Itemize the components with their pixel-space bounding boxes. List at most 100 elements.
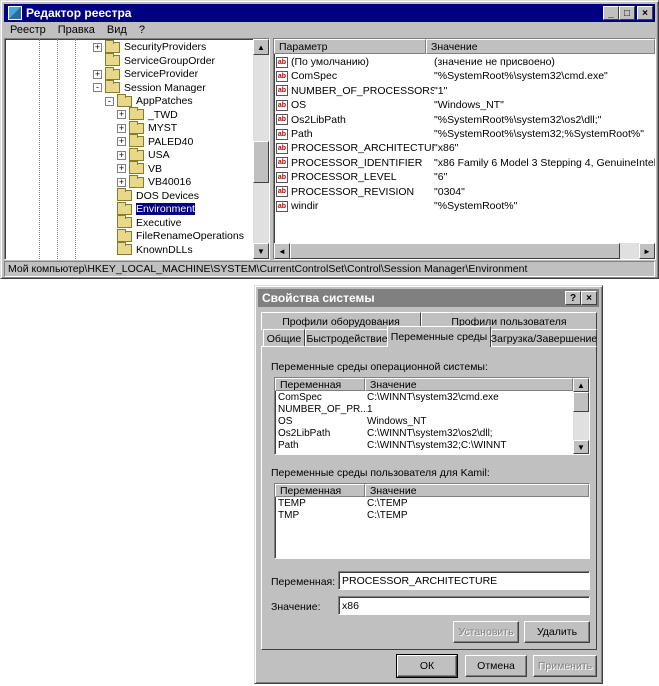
scroll-right-icon[interactable]: ►: [639, 243, 655, 259]
folder-icon: [129, 161, 144, 174]
expand-icon[interactable]: +: [117, 177, 126, 187]
tree-item[interactable]: DOS Devices: [105, 188, 199, 203]
string-value-icon: ab: [276, 70, 288, 82]
tree-item[interactable]: - AppPatches: [105, 93, 193, 108]
tree-item[interactable]: Executive: [105, 215, 182, 230]
system-var-row[interactable]: ComSpec C:\WINNT\system32\cmd.exe: [278, 392, 567, 404]
sysprops-titlebar[interactable]: Свойства системы ? ×: [258, 289, 599, 307]
help-button[interactable]: ?: [565, 291, 581, 305]
tree-item[interactable]: Environment: [105, 201, 195, 216]
registry-value-row[interactable]: ab PROCESSOR_LEVEL "6": [276, 170, 447, 184]
sysvar-header-variable[interactable]: Переменная: [275, 378, 365, 391]
registry-value-row[interactable]: ab PROCESSOR_ARCHITECTURE "x86": [276, 141, 458, 155]
dialog-close-button[interactable]: ×: [581, 291, 597, 305]
maximize-button[interactable]: □: [619, 6, 635, 20]
expand-icon[interactable]: +: [117, 123, 126, 133]
expand-icon[interactable]: +: [117, 150, 126, 160]
tree-item[interactable]: - Session Manager: [93, 80, 206, 95]
value-data: "0304": [434, 185, 465, 198]
tree-item[interactable]: ServiceGroupOrder: [93, 53, 215, 68]
sysvar-header-value[interactable]: Значение: [365, 378, 573, 391]
string-value-icon: ab: [276, 114, 288, 126]
system-vars-list[interactable]: Переменная Значение ComSpec C:\WINNT\syst…: [274, 377, 590, 455]
delete-button[interactable]: Удалить: [524, 621, 590, 643]
column-header-value[interactable]: Значение: [426, 39, 655, 54]
user-var-row[interactable]: TMP C:\TEMP: [278, 510, 567, 522]
apply-button[interactable]: Применить: [533, 655, 597, 677]
tree-item[interactable]: + USA: [117, 147, 170, 162]
registry-value-row[interactable]: ab Path "%SystemRoot%\system32;%SystemRoot…: [276, 127, 644, 141]
registry-tree-pane[interactable]: + SecurityProviders ServiceGroupOrder + Serv…: [4, 38, 270, 260]
menu-edit[interactable]: Правка: [52, 24, 101, 36]
status-bar: Мой компьютер\HKEY_LOCAL_MACHINE\SYSTEM\…: [4, 261, 655, 277]
user-var-name: TEMP: [278, 498, 306, 509]
tree-item[interactable]: + ServiceProvider: [93, 66, 198, 81]
scroll-left-icon[interactable]: ◄: [274, 243, 290, 259]
hscroll-thumb[interactable]: [290, 243, 620, 259]
scroll-up-icon[interactable]: ▲: [253, 39, 269, 55]
expand-icon[interactable]: +: [93, 69, 102, 79]
expand-icon[interactable]: +: [117, 137, 126, 146]
system-var-row[interactable]: Os2LibPath C:\WINNT\system32\os2\dll;: [278, 428, 567, 440]
regedit-titlebar[interactable]: Редактор реестра _ □ ×: [4, 4, 655, 22]
menu-help[interactable]: ?: [133, 24, 151, 36]
registry-value-row[interactable]: ab windir "%SystemRoot%": [276, 199, 517, 213]
expand-icon[interactable]: +: [117, 164, 126, 173]
tab-performance[interactable]: Быстродействие: [305, 329, 389, 347]
values-hscrollbar[interactable]: ◄ ►: [274, 243, 655, 259]
collapse-icon[interactable]: -: [93, 83, 102, 92]
value-data: (значение не присвоено): [434, 56, 555, 68]
scroll-thumb[interactable]: [253, 141, 269, 183]
system-vars-scrollbar[interactable]: ▲ ▼: [573, 378, 589, 454]
registry-value-row[interactable]: ab ComSpec "%SystemRoot%\system32\cmd.exe": [276, 69, 608, 83]
column-header-name[interactable]: Параметр: [274, 39, 426, 54]
registry-value-row[interactable]: ab OS "Windows_NT": [276, 98, 504, 112]
user-var-row[interactable]: TEMP C:\TEMP: [278, 498, 567, 510]
folder-icon: [117, 215, 132, 228]
tree-item[interactable]: KnownDLLs: [105, 242, 193, 257]
tree-scrollbar[interactable]: ▲ ▼: [253, 39, 269, 259]
tree-item[interactable]: + PALED40: [117, 134, 193, 149]
uservar-header-value[interactable]: Значение: [365, 484, 589, 497]
tab-environment[interactable]: Переменные среды: [387, 326, 491, 347]
registry-value-row[interactable]: ab NUMBER_OF_PROCESSORS "1": [276, 84, 447, 98]
registry-value-row[interactable]: ab Os2LibPath "%SystemRoot%\system32\os2\d…: [276, 113, 601, 127]
cancel-button[interactable]: Отмена: [465, 655, 527, 677]
registry-value-row[interactable]: ab PROCESSOR_REVISION "0304": [276, 185, 465, 199]
menu-registry[interactable]: Реестр: [4, 24, 52, 36]
variable-input[interactable]: PROCESSOR_ARCHITECTURE: [338, 571, 590, 590]
tree-item[interactable]: + VB: [117, 161, 162, 176]
tree-item[interactable]: + SecurityProviders: [93, 39, 206, 54]
tree-item[interactable]: + _TWD: [117, 107, 178, 122]
sys-scroll-down-icon[interactable]: ▼: [573, 440, 589, 454]
minimize-button[interactable]: _: [603, 6, 619, 20]
value-data: "6": [434, 171, 448, 184]
folder-icon: [129, 174, 144, 188]
sys-scroll-up-icon[interactable]: ▲: [573, 378, 589, 392]
set-button[interactable]: Установить: [453, 621, 519, 643]
collapse-icon[interactable]: -: [105, 96, 114, 106]
system-var-row[interactable]: Path C:\WINNT\system32;C:\WINNT: [278, 440, 567, 452]
value-input[interactable]: x86: [338, 596, 590, 615]
ok-button[interactable]: ОК: [396, 654, 458, 678]
tree-item[interactable]: + MYST: [117, 120, 177, 135]
user-vars-list[interactable]: Переменная Значение TEMP C:\TEMP TMP C:\TEM…: [274, 483, 590, 559]
system-var-row[interactable]: OS Windows_NT: [278, 416, 567, 428]
tab-general[interactable]: Общие: [263, 329, 305, 347]
folder-icon: [105, 39, 120, 53]
close-button[interactable]: ×: [637, 6, 653, 20]
system-var-row[interactable]: NUMBER_OF_PR... 1: [278, 404, 567, 416]
expand-icon[interactable]: +: [93, 42, 102, 52]
registry-value-row[interactable]: ab (По умолчанию) (значение не присвоено): [276, 55, 555, 69]
scroll-down-icon[interactable]: ▼: [253, 243, 269, 259]
tree-item[interactable]: + VB40016: [117, 174, 191, 189]
menu-view[interactable]: Вид: [101, 24, 133, 36]
tree-item[interactable]: FileRenameOperations: [105, 228, 244, 243]
registry-values-pane[interactable]: Параметр Значение ab (По умолчанию) (значе…: [273, 38, 656, 260]
expand-icon[interactable]: +: [117, 110, 126, 119]
registry-value-row[interactable]: ab PROCESSOR_IDENTIFIER "x86 Family 6 Mode…: [276, 156, 655, 170]
uservar-header-variable[interactable]: Переменная: [275, 484, 365, 497]
tab-startup-shutdown[interactable]: Загрузка/Завершение: [491, 329, 597, 347]
folder-icon: [117, 93, 132, 107]
sys-scroll-thumb[interactable]: [573, 392, 589, 412]
